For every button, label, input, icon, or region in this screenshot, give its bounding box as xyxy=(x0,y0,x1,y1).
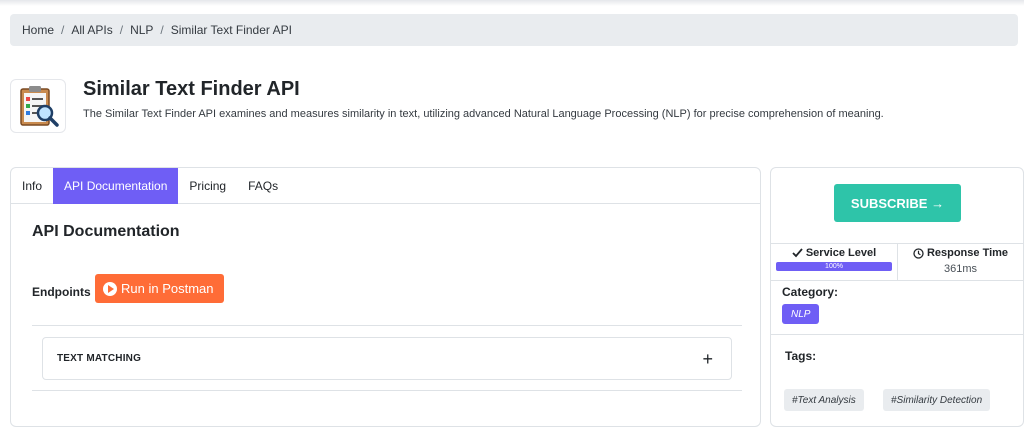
top-shadow xyxy=(0,0,1024,6)
service-level-stat: Service Level 100% xyxy=(771,244,897,280)
run-in-postman-button[interactable]: Run in Postman xyxy=(95,274,224,303)
tab-info[interactable]: Info xyxy=(11,168,53,204)
service-level-label: Service Level xyxy=(792,247,876,259)
subscribe-button[interactable]: SUBSCRIBE → xyxy=(834,184,961,222)
category-badge[interactable]: NLP xyxy=(782,304,820,324)
documentation-card: Info API Documentation Pricing FAQs API … xyxy=(10,167,761,427)
response-time-text: Response Time xyxy=(926,247,1009,259)
postman-button-label: Run in Postman xyxy=(121,281,214,296)
tags-label: Tags: xyxy=(785,349,817,363)
doc-heading: API Documentation xyxy=(32,223,180,240)
divider xyxy=(32,390,742,391)
accordion-text-matching[interactable]: TEXT MATCHING + xyxy=(42,337,732,380)
breadcrumb-home[interactable]: Home xyxy=(22,23,54,37)
endpoints-label: Endpoints xyxy=(32,285,91,299)
breadcrumb-separator: / xyxy=(119,23,124,37)
tag-text-analysis[interactable]: #Text Analysis xyxy=(784,389,864,411)
accordion-label: TEXT MATCHING xyxy=(57,353,142,364)
breadcrumb: Home / All APIs / NLP / Similar Text Fin… xyxy=(10,14,1018,46)
tab-faqs[interactable]: FAQs xyxy=(237,168,289,204)
api-logo xyxy=(10,79,66,133)
breadcrumb-all-apis[interactable]: All APIs xyxy=(71,23,112,37)
response-time-label: Response Time xyxy=(913,247,1008,259)
breadcrumb-separator: / xyxy=(160,23,164,37)
category-label: Category: xyxy=(782,285,839,299)
service-level-text: Service Level xyxy=(805,247,877,259)
clock-icon xyxy=(913,247,924,259)
progress-fill: 100% xyxy=(776,262,892,271)
subscription-sidebar: SUBSCRIBE → Service Level 100% Response … xyxy=(770,167,1024,427)
divider xyxy=(771,334,1023,335)
api-title: Similar Text Finder API xyxy=(83,78,300,100)
tab-bar: Info API Documentation Pricing FAQs xyxy=(11,168,760,204)
breadcrumb-current: Similar Text Finder API xyxy=(170,23,292,37)
tab-api-documentation[interactable]: API Documentation xyxy=(53,168,179,204)
breadcrumb-separator: / xyxy=(61,23,65,37)
tag-similarity-detection[interactable]: #Similarity Detection xyxy=(883,389,991,411)
response-time-stat: Response Time 361ms xyxy=(897,244,1023,280)
plus-icon: + xyxy=(702,348,713,369)
api-description: The Similar Text Finder API examines and… xyxy=(83,108,884,120)
play-icon xyxy=(103,281,117,296)
stats-row: Service Level 100% Response Time 361ms xyxy=(771,243,1023,281)
checkmark-icon xyxy=(792,248,803,258)
divider xyxy=(32,325,742,326)
service-level-progress: 100% xyxy=(776,262,892,271)
response-time-value: 361ms xyxy=(943,263,978,275)
tab-pricing[interactable]: Pricing xyxy=(178,168,237,204)
clipboard-search-icon xyxy=(20,86,59,127)
breadcrumb-nlp[interactable]: NLP xyxy=(130,23,153,37)
